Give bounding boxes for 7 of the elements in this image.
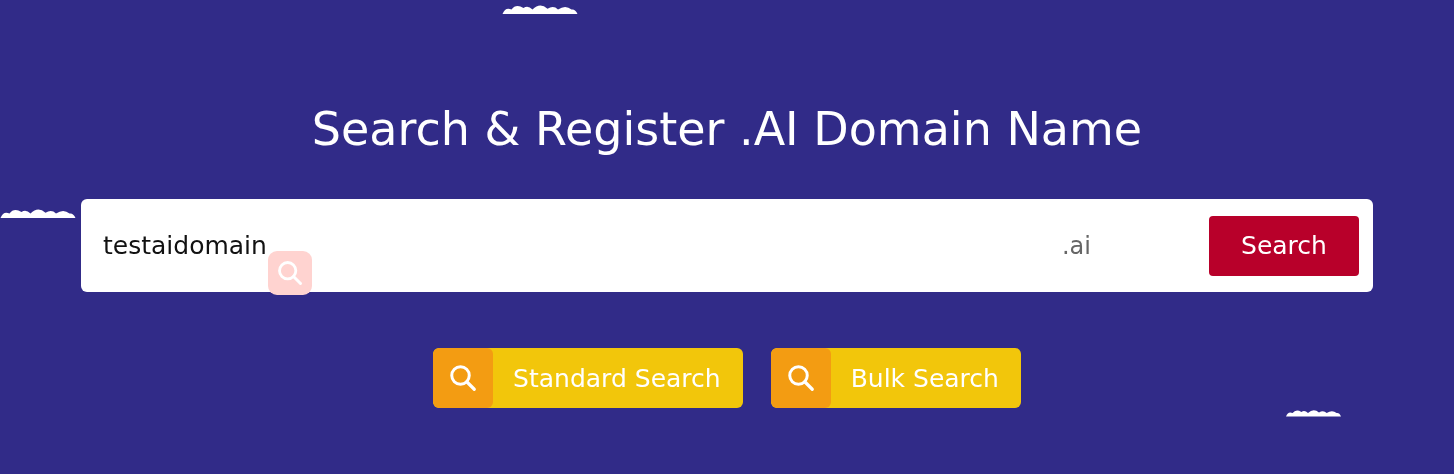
domain-suffix: .ai: [1062, 231, 1091, 260]
search-icon: [448, 363, 479, 393]
domain-search-field[interactable]: testaidomain .ai Search: [81, 199, 1373, 292]
search-icon: [785, 363, 816, 393]
page-title: Search & Register .AI Domain Name: [311, 101, 1143, 158]
search-button[interactable]: Search: [1209, 215, 1359, 276]
search-icon[interactable]: [268, 251, 312, 295]
